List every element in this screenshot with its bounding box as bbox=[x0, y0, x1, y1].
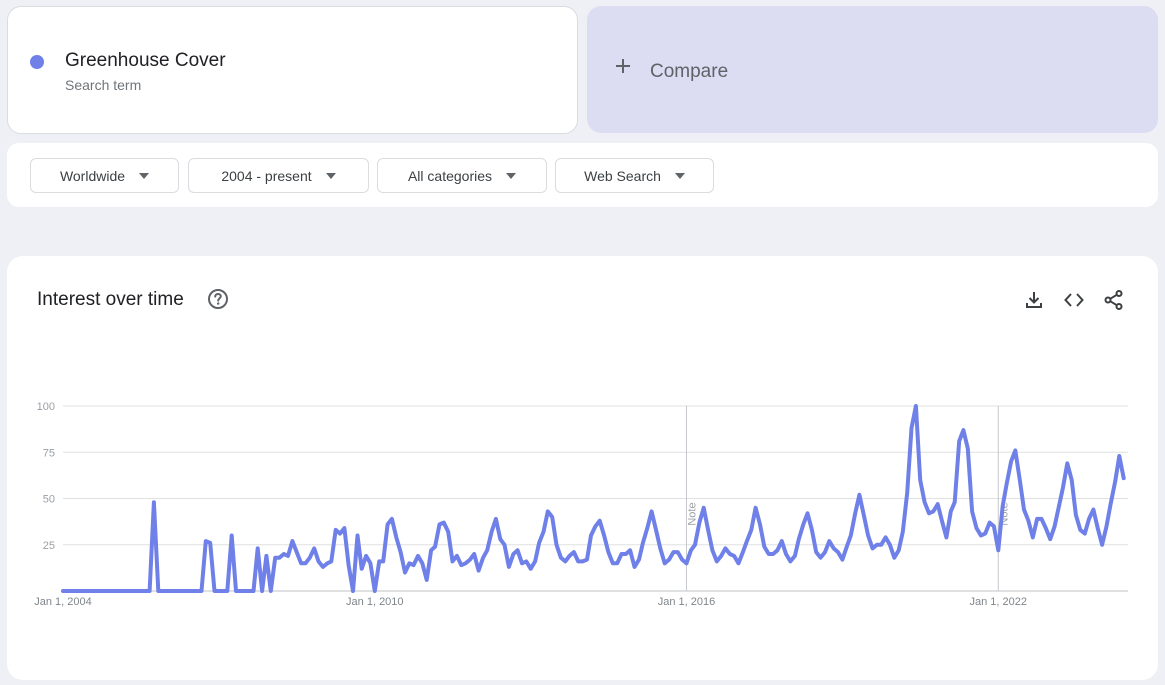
dropdown-caret-icon bbox=[139, 172, 150, 179]
chart-grid bbox=[63, 405, 1128, 592]
dropdown-caret-icon bbox=[674, 172, 685, 179]
plus-icon bbox=[616, 59, 630, 73]
filter-bar: Worldwide 2004 - present All categories … bbox=[7, 143, 1158, 207]
x-tick-label: Jan 1, 2004 bbox=[34, 596, 92, 608]
series-color-dot bbox=[30, 55, 44, 69]
search-term-card[interactable]: Greenhouse Cover Search term bbox=[7, 6, 578, 134]
filter-time-range-label: 2004 - present bbox=[221, 167, 312, 184]
compare-button[interactable]: Compare bbox=[587, 6, 1158, 133]
search-term-type: Search term bbox=[65, 77, 142, 93]
filter-category-label: All categories bbox=[407, 167, 493, 184]
y-tick-label: 75 bbox=[43, 447, 55, 459]
filter-search-type-label: Web Search bbox=[584, 167, 661, 184]
dropdown-caret-icon bbox=[325, 172, 336, 179]
x-tick-label: Jan 1, 2016 bbox=[658, 596, 716, 608]
interest-over-time-panel: Interest over time 100 75 50 25 Note Note Ja… bbox=[7, 256, 1158, 680]
dropdown-caret-icon bbox=[506, 172, 517, 179]
filter-location[interactable]: Worldwide bbox=[30, 158, 179, 193]
x-tick-label: Jan 1, 2022 bbox=[970, 596, 1028, 608]
filter-time-range[interactable]: 2004 - present bbox=[188, 158, 369, 193]
note-label: Note bbox=[686, 502, 698, 525]
interest-line-chart: 100755025 Note Note Jan 1, 2004 Jan 1, 201… bbox=[34, 401, 1128, 608]
y-tick-label: 100 bbox=[37, 401, 55, 413]
x-axis-ticks: Jan 1, 2004 Jan 1, 2010 Jan 1, 2016 Jan 1, … bbox=[34, 596, 1027, 608]
filter-category[interactable]: All categories bbox=[377, 158, 547, 193]
y-tick-label: 50 bbox=[43, 494, 55, 506]
compare-label: Compare bbox=[650, 61, 729, 82]
y-tick-label: 25 bbox=[43, 540, 55, 552]
search-term-name[interactable]: Greenhouse Cover bbox=[65, 50, 226, 72]
filter-search-type[interactable]: Web Search bbox=[555, 158, 714, 193]
filter-location-label: Worldwide bbox=[59, 167, 126, 184]
y-axis-ticks: 100 75 50 25 bbox=[37, 401, 55, 552]
x-tick-label: Jan 1, 2010 bbox=[346, 596, 404, 608]
